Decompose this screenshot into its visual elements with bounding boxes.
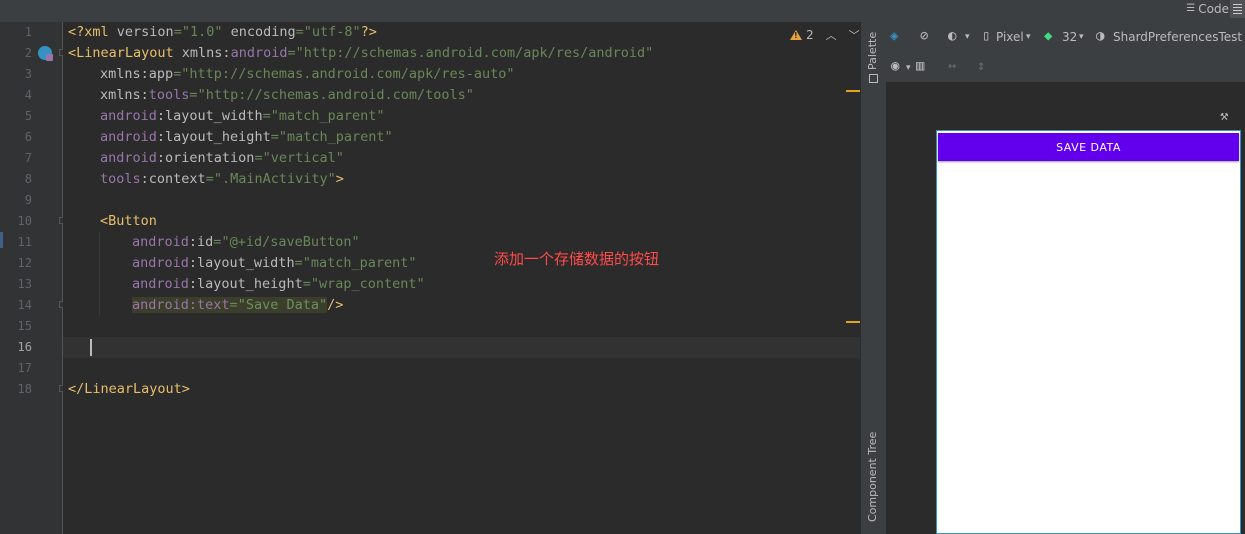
chevron-down-icon[interactable]: ﹀ xyxy=(849,27,860,43)
device-icon: ▯ xyxy=(982,28,991,44)
code-line-3: xmlns:app="http://schemas.android.com/ap… xyxy=(100,66,515,82)
android-icon: ◆ xyxy=(1044,28,1053,44)
code-line-2: <LinearLayout xmlns:android="http://sche… xyxy=(68,45,654,61)
wrench-icon[interactable]: ⚒ xyxy=(1220,108,1228,124)
code-line-4: xmlns:tools="http://schemas.android.com/… xyxy=(100,87,474,103)
line-gutter: 1 2 3 4 5 6 7 8 9 10 11 12 13 14 15 16 1… xyxy=(6,22,62,534)
line-number: 1 xyxy=(24,25,32,39)
code-lines-icon: ☰ xyxy=(1186,3,1196,14)
warning-count: 2 xyxy=(806,28,814,42)
vertical-resize-icon[interactable]: ↕ xyxy=(977,58,985,74)
code-line-7: android:orientation="vertical" xyxy=(100,150,344,166)
text-caret xyxy=(90,339,92,356)
code-line-12: android:layout_width="match_parent" xyxy=(132,255,417,271)
palette-icon xyxy=(869,74,878,83)
line-number: 7 xyxy=(24,151,32,165)
code-label: Code xyxy=(1198,2,1229,16)
line-number: 8 xyxy=(24,172,32,186)
line-number: 4 xyxy=(24,88,32,102)
chevron-down-icon: ▾ xyxy=(1026,32,1031,42)
line-number-current: 16 xyxy=(17,340,32,354)
code-line-1: <?xml version="1.0" encoding="utf-8"?> xyxy=(68,24,377,40)
code-line-13: android:layout_height="wrap_content" xyxy=(132,276,425,292)
device-preview[interactable]: SAVE DATA xyxy=(936,130,1241,534)
code-line-10: <Button xyxy=(100,213,157,229)
design-preview-gutter-icon[interactable] xyxy=(38,46,53,61)
chevron-up-icon[interactable]: ︿ xyxy=(826,27,837,43)
device-selector[interactable]: Pixel xyxy=(996,29,1024,45)
orientation-icon[interactable]: ⊘ xyxy=(920,28,928,44)
line-number: 9 xyxy=(24,193,32,207)
theme-icon: ◑ xyxy=(1096,28,1105,44)
line-number: 15 xyxy=(17,319,32,333)
warning-icon: ! xyxy=(790,30,802,40)
theme-selector[interactable]: ShardPreferencesTest xyxy=(1113,29,1242,45)
layers-icon[interactable]: ◈ xyxy=(890,28,898,44)
code-line-14: android:text="Save Data"/> xyxy=(132,297,344,313)
palette-tab[interactable]: Palette xyxy=(866,32,879,70)
line-number: 17 xyxy=(17,361,32,375)
chevron-down-icon: ▾ xyxy=(965,32,970,42)
line-number: 3 xyxy=(24,67,32,81)
scrollbar-marker[interactable] xyxy=(846,321,860,323)
line-number: 5 xyxy=(24,109,32,123)
split-view-toggle[interactable] xyxy=(1230,0,1245,18)
blueprint-icon[interactable]: ▥ xyxy=(916,58,924,74)
preview-save-button[interactable]: SAVE DATA xyxy=(938,133,1239,161)
api-selector[interactable]: 32 xyxy=(1062,29,1077,45)
design-toolbar: ◈ ⊘ ◐ ▾ ▯ Pixel ▾ ◆ 32 ▾ ◑ ShardPreferen… xyxy=(886,22,1245,82)
line-number: 13 xyxy=(17,277,32,291)
line-number: 10 xyxy=(17,214,32,228)
code-line-18: </LinearLayout> xyxy=(68,381,190,397)
inspection-widget[interactable]: ! 2 ︿ ﹀ xyxy=(790,27,860,43)
top-bar: ☰ Code xyxy=(0,0,1245,22)
line-number: 12 xyxy=(17,256,32,270)
chevron-down-icon: ▾ xyxy=(1079,32,1084,42)
annotation-text: 添加一个存储数据的按钮 xyxy=(494,250,660,268)
line-number: 14 xyxy=(17,298,32,312)
component-tree-tab[interactable]: Component Tree xyxy=(866,432,879,522)
design-side-strip: Palette Component Tree xyxy=(860,22,886,534)
horizontal-resize-icon[interactable]: ↔ xyxy=(948,58,956,74)
line-number: 18 xyxy=(17,382,32,396)
code-line-8: tools:context=".MainActivity"> xyxy=(100,171,344,187)
line-number: 6 xyxy=(24,130,32,144)
code-line-11: android:id="@+id/saveButton" xyxy=(132,234,360,250)
eye-icon[interactable]: ◉ xyxy=(891,58,899,74)
night-mode-icon[interactable]: ◐ xyxy=(948,28,956,44)
code-editor[interactable]: <?xml version="1.0" encoding="utf-8"?> <… xyxy=(63,22,860,534)
code-line-5: android:layout_width="match_parent" xyxy=(100,108,385,124)
current-line-highlight xyxy=(63,337,860,358)
code-view-toggle[interactable]: ☰ Code xyxy=(1186,0,1229,18)
chevron-down-icon: ▾ xyxy=(906,63,911,73)
line-number: 11 xyxy=(17,235,32,249)
scrollbar-marker[interactable] xyxy=(846,90,860,92)
code-line-6: android:layout_height="match_parent" xyxy=(100,129,393,145)
design-panel: ◈ ⊘ ◐ ▾ ▯ Pixel ▾ ◆ 32 ▾ ◑ ShardPreferen… xyxy=(886,22,1245,534)
line-number: 2 xyxy=(24,46,32,60)
